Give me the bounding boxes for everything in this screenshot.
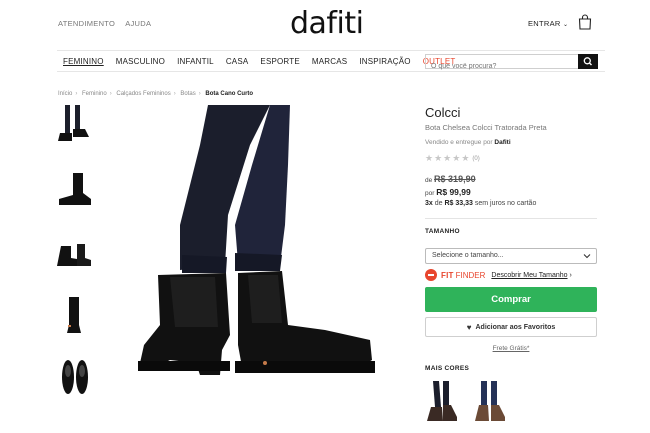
installments-count: 3x [425, 200, 433, 207]
star-icon: ★ [461, 153, 470, 163]
size-select-value: Selecione o tamanho... [432, 252, 504, 259]
nav-items: FEMININO MASCULINO INFANTIL CASA ESPORTE… [63, 57, 455, 66]
add-to-favorites-button[interactable]: ♥ Adicionar aos Favoritos [425, 317, 597, 337]
product-name: Bota Chelsea Colcci Tratorada Preta [425, 123, 547, 132]
nav-item-feminino[interactable]: FEMININO [63, 57, 104, 66]
breadcrumb-item[interactable]: Botas [180, 91, 195, 97]
fit-finder-icon [425, 269, 437, 281]
login-dropdown[interactable]: ENTRAR ⌄ [528, 19, 568, 28]
color-option-brown[interactable] [473, 381, 507, 425]
divider [425, 218, 597, 219]
link-atendimento[interactable]: ATENDIMENTO [58, 19, 115, 28]
nav-item-casa[interactable]: CASA [226, 57, 249, 66]
fit-finder-brand: FIT [441, 270, 454, 280]
buy-button[interactable]: Comprar [425, 287, 597, 312]
dafiti-logo[interactable]: dafiti [290, 6, 364, 41]
shopping-bag-icon[interactable] [578, 14, 592, 30]
breadcrumb-current: Bota Cano Curto [205, 91, 254, 97]
seller-info: Vendido e entregue por Dafiti [425, 139, 511, 146]
nav-item-marcas[interactable]: MARCAS [312, 57, 347, 66]
star-icon: ★ [434, 153, 443, 163]
nav-item-masculino[interactable]: MASCULINO [116, 57, 165, 66]
top-links: ATENDIMENTO AJUDA [58, 19, 151, 28]
seller-prefix: Vendido e entregue por [425, 139, 493, 146]
fit-finder-brand-b: FINDER [455, 270, 486, 280]
nav-item-infantil[interactable]: INFANTIL [177, 57, 214, 66]
star-icon: ★ [425, 153, 434, 163]
search-box [425, 54, 598, 73]
add-to-favorites-label: Adicionar aos Favoritos [475, 323, 556, 331]
breadcrumb: Início › Feminino › Calçados Femininos › Bo… [58, 91, 254, 97]
star-icon: ★ [452, 153, 461, 163]
installments: 3x de R$ 33,33 sem juros no cartão [425, 200, 536, 207]
more-colors-label: MAIS CORES [425, 365, 470, 372]
heart-icon: ♥ [466, 322, 472, 332]
price-new-prefix: por [425, 190, 435, 197]
breadcrumb-item[interactable]: Calçados Femininos [116, 91, 170, 97]
installments-suffix: sem juros no cartão [474, 200, 537, 207]
fit-finder-link[interactable]: Descobrir Meu Tamanho [491, 272, 567, 279]
thumbnail-image-2[interactable] [55, 167, 95, 209]
installments-value: R$ 33,33 [444, 200, 473, 207]
size-label: TAMANHO [425, 228, 460, 235]
price-new: por R$ 99,99 [425, 187, 471, 197]
installments-mid: de [434, 200, 443, 207]
main-nav: FEMININO MASCULINO INFANTIL CASA ESPORTE… [57, 50, 605, 73]
nav-item-esporte[interactable]: ESPORTE [260, 57, 300, 66]
login-label: ENTRAR [528, 19, 561, 28]
thumbnail-image-1[interactable] [55, 105, 95, 147]
breadcrumb-item[interactable]: Feminino [82, 91, 107, 97]
price-old-value: R$ 319,90 [434, 174, 476, 184]
chevron-down-icon [583, 254, 591, 259]
breadcrumb-item[interactable]: Início [58, 91, 72, 97]
price-new-value: R$ 99,99 [436, 187, 471, 197]
fit-finder: FIT FINDER Descobrir Meu Tamanho › [425, 269, 572, 281]
chevron-down-icon: ⌄ [563, 22, 569, 28]
top-header: ATENDIMENTO AJUDA dafiti ENTRAR ⌄ [0, 0, 650, 50]
star-icon: ★ [443, 153, 452, 163]
search-button[interactable] [578, 54, 598, 69]
link-ajuda[interactable]: AJUDA [125, 19, 151, 28]
main-product-image[interactable] [130, 105, 380, 385]
chevron-right-icon: › [569, 271, 572, 279]
nav-item-inspiracao[interactable]: INSPIRAÇÃO [359, 57, 410, 66]
price-old-prefix: de [425, 177, 433, 184]
price-old: de R$ 319,90 [425, 174, 476, 184]
free-shipping-link[interactable]: Frete Grátis* [425, 345, 597, 352]
size-select[interactable]: Selecione o tamanho... [425, 248, 597, 264]
rating-stars[interactable]: ★ ★ ★ ★ ★ (0) [425, 154, 480, 163]
seller-name: Dafiti [494, 139, 511, 146]
color-option-black[interactable] [425, 381, 459, 425]
search-icon [583, 57, 592, 66]
search-input[interactable] [426, 60, 576, 73]
product-brand[interactable]: Colcci [425, 105, 460, 120]
thumbnail-image-4[interactable] [55, 295, 95, 337]
thumbnail-image-5[interactable] [55, 357, 95, 399]
rating-count: (0) [472, 155, 480, 162]
thumbnail-image-3[interactable] [55, 230, 95, 272]
